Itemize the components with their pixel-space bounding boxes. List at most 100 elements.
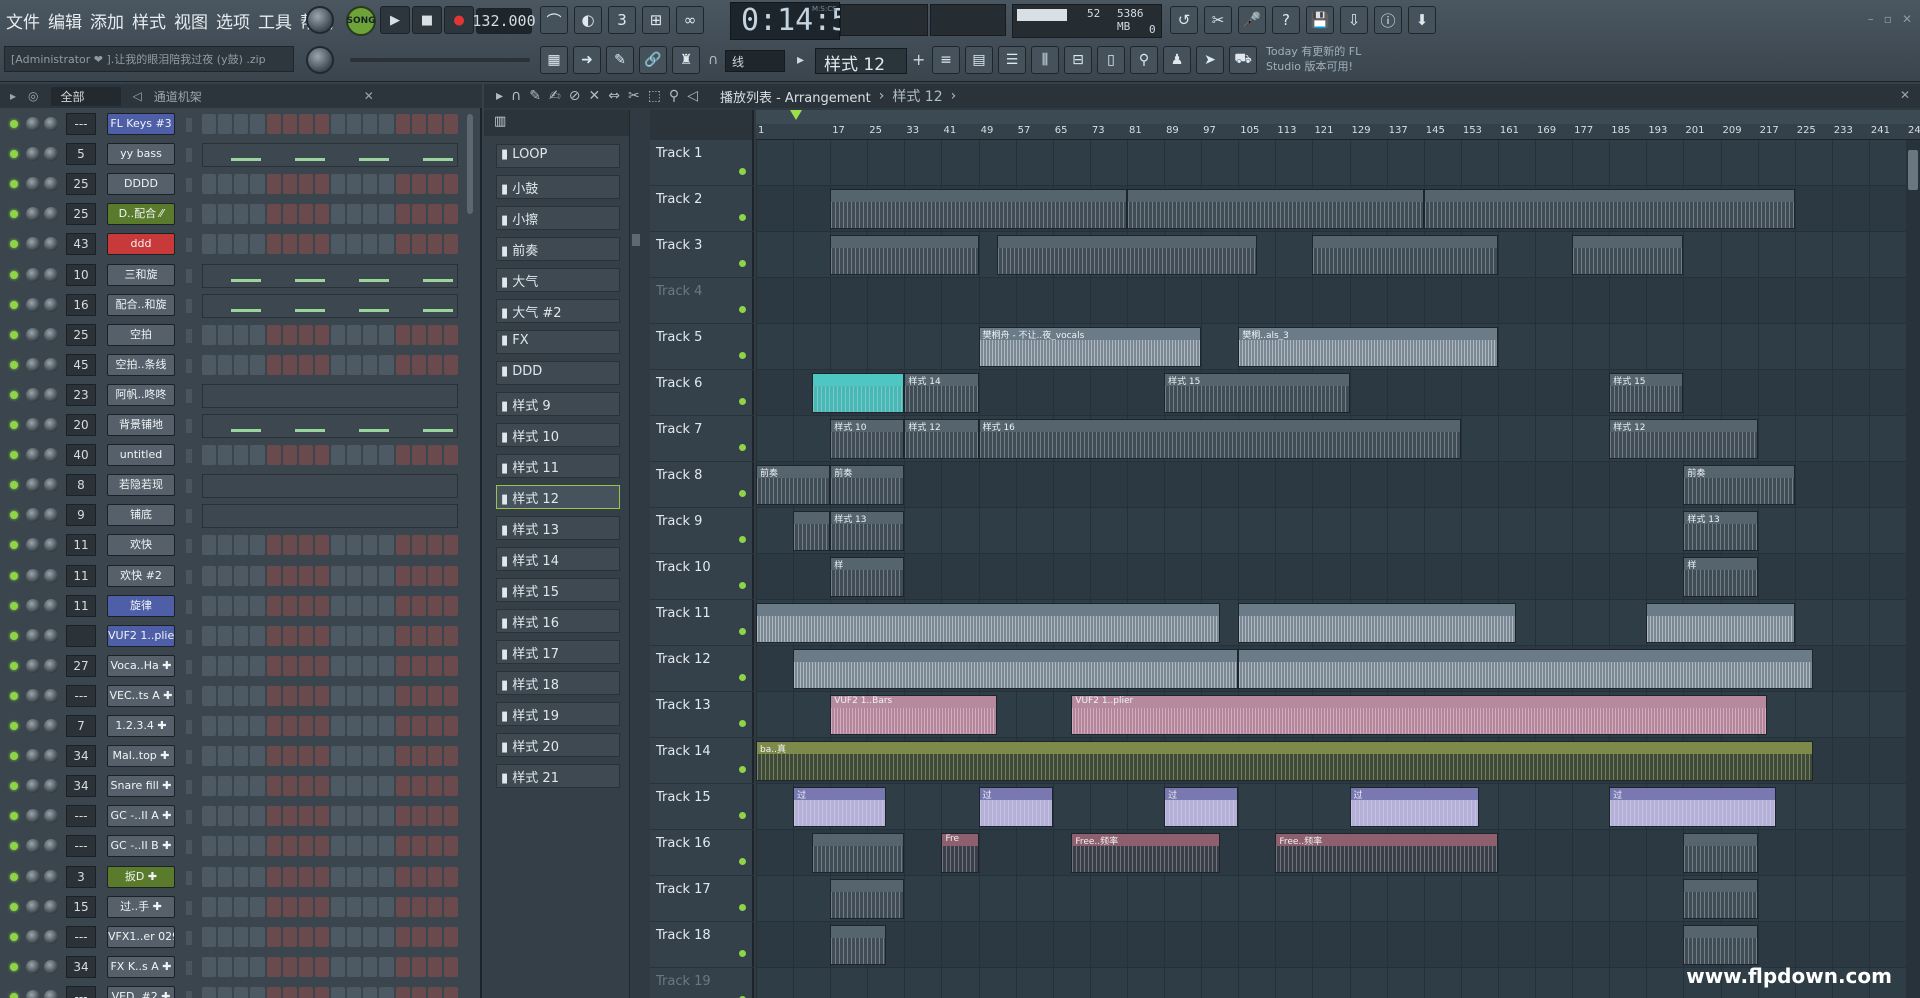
step-button[interactable] — [427, 836, 442, 857]
step-button[interactable] — [250, 986, 265, 998]
playlist-clip[interactable]: Free..频率 — [1071, 833, 1220, 873]
step-button[interactable] — [379, 716, 394, 736]
channel-select-box[interactable] — [186, 870, 192, 885]
cut-icon[interactable]: ✂ — [1204, 6, 1232, 34]
mini-piano-roll[interactable] — [202, 293, 458, 318]
song-mode-toggle[interactable]: SONG — [346, 6, 376, 36]
close-icon[interactable]: ✕ — [1902, 12, 1912, 26]
person-icon[interactable]: ♟ — [1163, 46, 1191, 74]
channel-row[interactable]: 11 欢快 — [0, 531, 470, 561]
step-button[interactable] — [218, 896, 233, 917]
step-button[interactable] — [411, 445, 426, 466]
pattern-prev-icon[interactable]: ▸ — [797, 52, 804, 68]
step-button[interactable] — [363, 204, 378, 225]
step-button[interactable] — [411, 625, 426, 646]
step-button[interactable] — [347, 565, 362, 586]
channel-volume-knob[interactable] — [44, 598, 58, 613]
channel-pan-knob[interactable] — [26, 598, 40, 613]
channel-volume-knob[interactable] — [44, 749, 58, 764]
step-button[interactable] — [202, 565, 217, 586]
step-button[interactable] — [411, 565, 426, 586]
step-button[interactable] — [427, 956, 442, 977]
step-button[interactable] — [298, 565, 313, 586]
step-button[interactable] — [282, 836, 297, 857]
step-button[interactable] — [395, 174, 410, 195]
channel-mixer-track[interactable]: 7 — [66, 715, 96, 737]
step-button[interactable] — [331, 114, 346, 134]
channel-row[interactable]: 25 空拍 — [0, 321, 470, 351]
step-button[interactable] — [347, 986, 362, 998]
channel-pan-knob[interactable] — [26, 327, 40, 342]
step-button[interactable] — [331, 746, 346, 767]
channel-row[interactable]: 11 旋律 — [0, 592, 470, 622]
track-header[interactable]: Track 9 — [650, 508, 754, 554]
mini-piano-roll[interactable] — [202, 263, 458, 288]
step-button[interactable] — [218, 625, 233, 646]
channel-row[interactable]: 8 若隐若现 — [0, 471, 470, 501]
channel-row[interactable]: 34 FX K..s A ✚ — [0, 953, 470, 983]
pattern-item[interactable]: ▮ 小鼓 — [496, 175, 620, 199]
help-icon[interactable]: ? — [1272, 6, 1300, 34]
pattern-selector[interactable]: 样式 12 — [815, 48, 907, 75]
playlist-clip[interactable]: Free..频率 — [1275, 833, 1498, 873]
channel-filter[interactable]: 全部 — [50, 86, 121, 106]
step-button[interactable] — [234, 836, 249, 857]
step-button[interactable] — [234, 625, 249, 646]
step-sequencer[interactable] — [202, 926, 458, 947]
record-button[interactable]: ● — [444, 6, 474, 34]
playlist-clip[interactable]: 过 — [1609, 787, 1777, 827]
step-button[interactable] — [266, 625, 281, 646]
channel-name-button[interactable]: 旋律 — [107, 594, 175, 617]
channel-select-box[interactable] — [186, 388, 192, 403]
channel-name-button[interactable]: GC -..II A ✚ — [107, 805, 175, 828]
step-button[interactable] — [395, 595, 410, 616]
channel-pan-knob[interactable] — [26, 357, 40, 372]
menu-item[interactable]: 选项 — [216, 8, 250, 33]
channel-select-box[interactable] — [186, 599, 192, 614]
step-button[interactable] — [379, 866, 394, 887]
playlist-close-icon[interactable]: ✕ — [1900, 88, 1910, 102]
countdown-icon[interactable]: 3 — [608, 6, 636, 34]
step-button[interactable] — [250, 354, 265, 375]
step-button[interactable] — [427, 174, 442, 195]
step-sequencer[interactable] — [202, 896, 458, 917]
step-button[interactable] — [411, 114, 426, 134]
track-mute-led[interactable] — [739, 858, 746, 865]
step-button[interactable] — [266, 174, 281, 195]
step-button[interactable] — [347, 806, 362, 827]
channel-row[interactable]: 23 阿帆..咚咚 — [0, 381, 470, 411]
step-button[interactable] — [266, 565, 281, 586]
track-header[interactable]: Track 13 — [650, 692, 754, 738]
channel-volume-knob[interactable] — [44, 478, 58, 493]
step-button[interactable] — [331, 354, 346, 375]
step-button[interactable] — [363, 535, 378, 556]
channel-mixer-track[interactable]: --- — [66, 684, 96, 707]
step-button[interactable] — [234, 204, 249, 225]
channel-row[interactable]: 34 Snare fill ✚ — [0, 772, 470, 802]
playlist-clip[interactable]: 前奏 — [1683, 465, 1795, 505]
channel-select-box[interactable] — [186, 479, 192, 494]
channel-volume-knob[interactable] — [44, 207, 58, 222]
channel-select-box[interactable] — [186, 449, 192, 464]
step-button[interactable] — [218, 114, 233, 134]
channel-volume-knob[interactable] — [44, 869, 58, 884]
step-button[interactable] — [443, 986, 458, 998]
step-button[interactable] — [443, 926, 458, 947]
step-button[interactable] — [298, 896, 313, 917]
step-sequencer[interactable] — [202, 866, 458, 887]
step-button[interactable] — [202, 956, 217, 977]
step-button[interactable] — [314, 746, 329, 767]
step-button[interactable] — [347, 716, 362, 736]
playlist-clip[interactable] — [811, 373, 905, 413]
step-button[interactable] — [363, 836, 378, 857]
track-mute-led[interactable] — [739, 260, 746, 267]
step-button[interactable] — [347, 746, 362, 767]
loop-record-icon[interactable]: ∞ — [676, 6, 704, 34]
step-button[interactable] — [202, 716, 217, 736]
track-mute-led[interactable] — [739, 812, 746, 819]
channel-select-box[interactable] — [186, 238, 192, 253]
channel-mixer-track[interactable]: 15 — [66, 895, 96, 918]
track-mute-led[interactable] — [739, 766, 746, 773]
step-button[interactable] — [298, 535, 313, 556]
step-button[interactable] — [314, 354, 329, 375]
